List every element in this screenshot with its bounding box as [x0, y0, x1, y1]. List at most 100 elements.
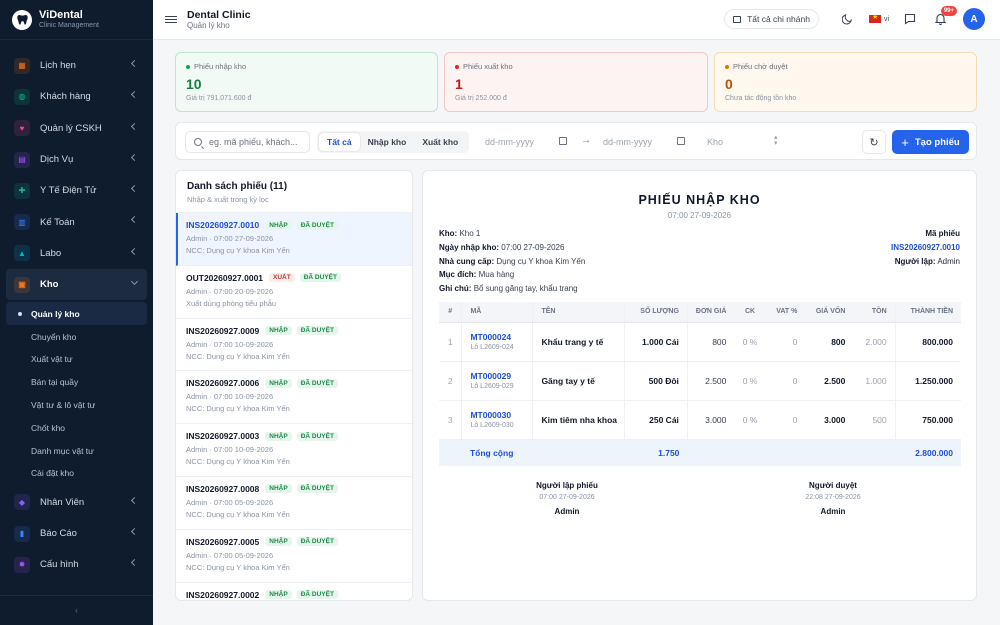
sidebar-item-cskh[interactable]: ♥ Quản lý CSKH	[0, 113, 153, 144]
voucher-code: INS20260927.0008	[186, 483, 260, 494]
bank-icon: ▥	[14, 214, 30, 231]
voucher-code: INS20260927.0002	[186, 589, 260, 600]
col-header: #	[439, 302, 462, 323]
sidebar-item-lich-hen[interactable]: ▦ Lịch hẹn	[0, 50, 153, 81]
voucher-note: Xuất dùng phòng tiểu phẫu	[186, 298, 277, 308]
sidebar-item-dich-vu[interactable]: ▤ Dịch Vụ	[0, 144, 153, 175]
sidebar-item-cau-hinh[interactable]: ✸ Cấu hình	[0, 549, 153, 580]
table-row: 2 MT000029 Lô L2609-029 Găng tay y tế 500…	[439, 361, 961, 401]
cell-no: 3	[439, 400, 462, 440]
submenu-danh-muc[interactable]: Danh mục vật tư	[0, 439, 153, 462]
language-switcher[interactable]: vi	[868, 13, 889, 23]
sidebar-item-bao-cao[interactable]: ▮ Báo Cáo	[0, 518, 153, 549]
sidebar-item-ke-toan[interactable]: ▥ Kế Toán	[0, 206, 153, 237]
calendar-icon: ▦	[14, 57, 30, 74]
brand-subtitle: Clinic Management	[39, 22, 99, 29]
stat-label: Phiếu xuất kho	[463, 62, 513, 71]
cell-price: 800	[686, 322, 735, 362]
list-item[interactable]: INS20260927.0009 NHẬP ĐÃ DUYỆT Admin · 07:…	[176, 319, 412, 372]
kho-submenu: Quản lý kho Chuyển kho Xuất vật tư Bán t…	[0, 300, 153, 486]
voucher-note: NCC: Dụng cụ Y khoa Kim Yến	[186, 562, 290, 572]
dark-mode-icon[interactable]	[840, 11, 856, 27]
sidebar-collapse-button[interactable]: ‹	[0, 595, 153, 625]
list-item[interactable]: INS20260927.0006 NHẬP ĐÃ DUYỆT Admin · 07:…	[176, 371, 412, 425]
stat-footer: Giá trị 791.071.600 đ	[186, 95, 252, 102]
voucher-note: NCC: Dụng cụ Y khoa Kim Yến	[186, 404, 290, 414]
voucher-code: INS20260927.0005	[186, 536, 260, 547]
voucher-meta: Admin · 07:00 27-09-2026	[186, 234, 274, 243]
voucher-note: NCC: Dụng cụ Y khoa Kim Yến	[186, 351, 290, 361]
dot-icon	[18, 311, 22, 316]
tab-export[interactable]: Xuất kho	[414, 133, 466, 151]
tab-all[interactable]: Tất cả	[319, 133, 360, 151]
cell-stock: 500	[853, 400, 896, 440]
list-item[interactable]: INS20260927.0008 NHẬP ĐÃ DUYỆT Admin · 07:…	[176, 477, 412, 530]
create-voucher-button[interactable]: + Tạo phiếu	[892, 130, 969, 154]
cell-name: Khẩu trang y tế	[532, 322, 625, 362]
type-badge: NHẬP	[265, 484, 292, 494]
list-item[interactable]: INS20260927.0005 NHẬP ĐÃ DUYỆT Admin · 07:…	[176, 530, 412, 583]
flask-icon: ▲	[14, 245, 30, 262]
notification-bell-icon[interactable]: 99+	[932, 6, 957, 27]
lot-number: Lô L2609-024	[470, 344, 514, 351]
sidebar-item-kho[interactable]: ▣ Kho	[6, 269, 147, 301]
date-to-input[interactable]: dd-mm-yyyy	[603, 137, 652, 147]
calendar-icon[interactable]	[677, 137, 685, 145]
search-input[interactable]	[209, 137, 304, 147]
cell-total: 800.000	[894, 322, 961, 362]
status-dot-icon	[725, 64, 729, 69]
material-code-link[interactable]: MT000024	[470, 332, 532, 342]
list-item[interactable]: INS20260927.0002 NHẬP ĐÃ DUYỆT	[176, 583, 412, 600]
submenu-cai-dat-kho[interactable]: Cài đặt kho	[0, 462, 153, 485]
type-badge: NHẬP	[265, 220, 292, 230]
signature-title: Người lập phiếu	[536, 481, 598, 490]
material-code-link[interactable]: MT000029	[470, 371, 532, 381]
submenu-chuyen-kho[interactable]: Chuyển kho	[0, 325, 153, 348]
hamburger-menu-icon[interactable]	[165, 15, 177, 24]
avatar[interactable]: A	[963, 8, 985, 30]
sidebar-item-labo[interactable]: ▲ Labo	[0, 238, 153, 269]
chevron-icon	[130, 247, 139, 255]
branch-select-button[interactable]: Tất cả chi nhánh	[724, 9, 819, 29]
submenu-ban-tai-quay[interactable]: Bán tại quầy	[0, 371, 153, 394]
message-icon[interactable]	[902, 11, 918, 27]
col-header: THÀNH TIỀN	[894, 302, 961, 323]
sidebar-item-label: Dịch Vụ	[40, 154, 74, 166]
submenu-vat-tu-lo[interactable]: Vật tư & lô vật tư	[0, 394, 153, 417]
type-badge: NHẬP	[265, 590, 292, 600]
col-header: CK	[734, 302, 766, 323]
voucher-code: OUT20260927.0001	[186, 272, 264, 283]
submenu-xuat-vat-tu[interactable]: Xuất vật tư	[0, 348, 153, 371]
list-item[interactable]: INS20260927.0003 NHẬP ĐÃ DUYỆT Admin · 07:…	[176, 424, 412, 477]
list-item[interactable]: INS20260927.0010 NHẬP ĐÃ DUYỆT Admin · 07:…	[176, 213, 412, 266]
creator-name: Admin	[937, 256, 960, 266]
table-row: 3 MT000030 Lô L2609-030 Kim tiêm nha khoa…	[439, 400, 961, 440]
chevron-icon	[130, 153, 139, 161]
refresh-button[interactable]: ↻	[862, 130, 886, 154]
sidebar-item-y-te[interactable]: ✚ Y Tế Điện Tử	[0, 175, 153, 206]
voucher-code-link[interactable]: INS20260927.0010	[891, 241, 960, 255]
submenu-quan-ly-kho[interactable]: Quản lý kho	[6, 302, 147, 326]
list-item[interactable]: OUT20260927.0001 XUẤT ĐÃ DUYỆT Admin · 07:…	[176, 266, 412, 319]
building-icon	[733, 15, 742, 23]
sidebar-item-khach-hang[interactable]: ◍ Khách hàng	[0, 81, 153, 112]
brand[interactable]: ViDental Clinic Management	[0, 0, 153, 40]
type-badge: NHẬP	[265, 326, 292, 336]
status-badge: ĐÃ DUYỆT	[296, 220, 338, 230]
status-badge: ĐÃ DUYỆT	[296, 537, 338, 547]
warehouse-select[interactable]: Kho	[707, 137, 723, 147]
stat-footer: Chưa tác động tồn kho	[725, 95, 797, 102]
code-label: Mã phiếu	[925, 229, 960, 238]
voucher-meta: Admin · 07:00 05-09-2026	[186, 497, 274, 507]
calendar-icon[interactable]	[559, 137, 567, 145]
submenu-label: Xuất vật tư	[31, 354, 73, 365]
tab-import[interactable]: Nhập kho	[360, 133, 415, 151]
material-code-link[interactable]: MT000030	[470, 410, 532, 420]
sidebar-item-nhan-vien[interactable]: ◆ Nhân Viên	[0, 487, 153, 518]
vietnam-flag-icon	[868, 13, 881, 23]
date-from-input[interactable]: dd-mm-yyyy	[485, 137, 534, 147]
voucher-meta: Admin · 07:00 10-09-2026	[186, 445, 274, 455]
search-icon	[194, 138, 202, 146]
voucher-time: 07:00 27-09-2026	[667, 211, 732, 220]
submenu-chot-kho[interactable]: Chốt kho	[0, 416, 153, 439]
